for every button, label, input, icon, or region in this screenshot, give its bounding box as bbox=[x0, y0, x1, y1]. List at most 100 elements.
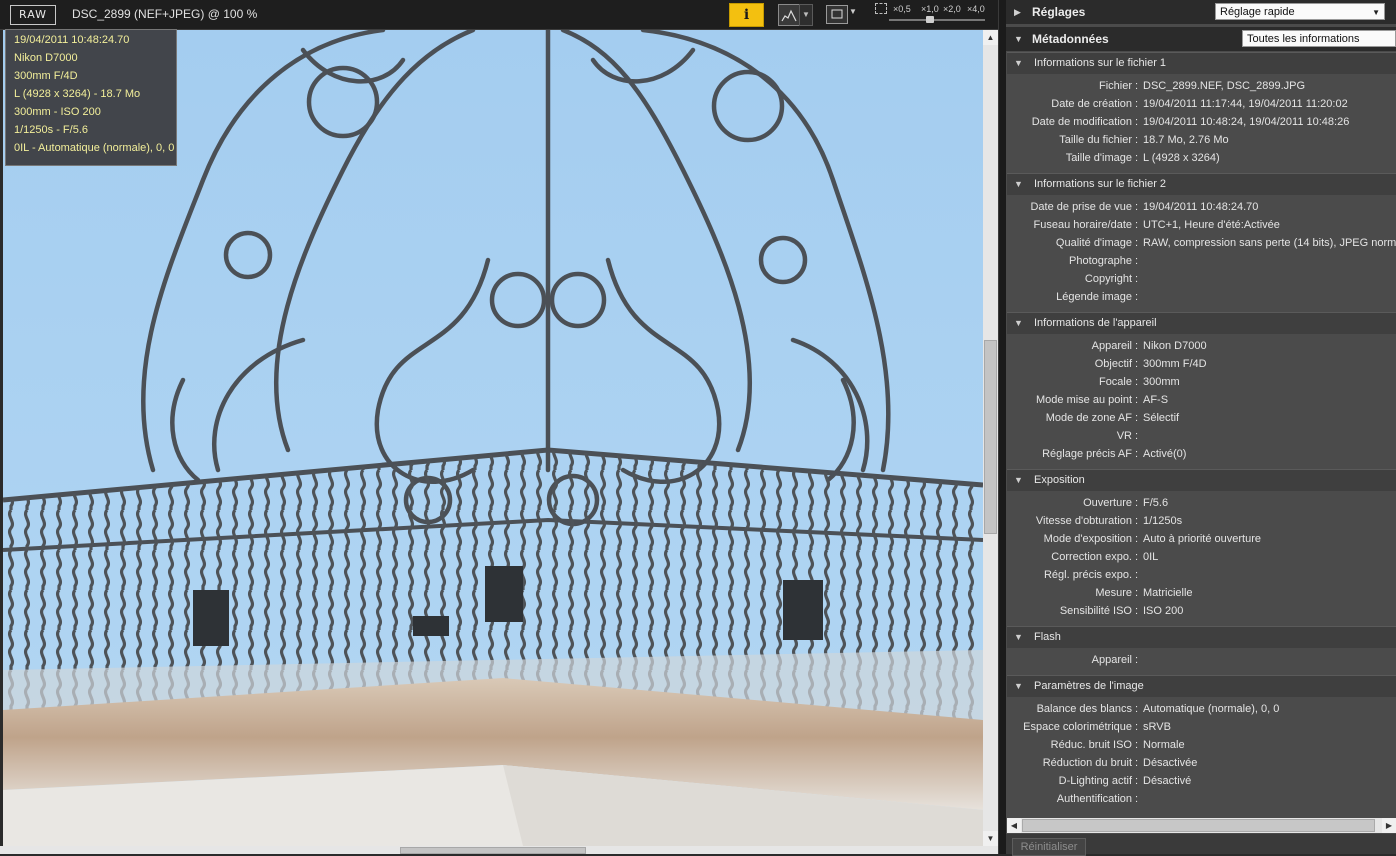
metadata-field-value: UTC+1, Heure d'été:Activée bbox=[1143, 219, 1280, 231]
expanded-triangle-icon[interactable]: ▼ bbox=[1014, 632, 1023, 642]
fit-screen-icon bbox=[831, 9, 843, 19]
expanded-triangle-icon[interactable]: ▼ bbox=[1014, 34, 1023, 44]
section-header[interactable]: ▼ Paramètres de l'image bbox=[1007, 675, 1396, 697]
field-separator: : bbox=[1135, 497, 1139, 509]
fit-dropdown-arrow-icon[interactable]: ▼ bbox=[849, 7, 857, 16]
metadata-filter-select-value: Toutes les informations bbox=[1247, 33, 1360, 45]
metadata-field-label: Photographe bbox=[1069, 255, 1132, 267]
metadata-field-label: D-Lighting actif bbox=[1058, 775, 1132, 787]
field-separator: : bbox=[1135, 152, 1139, 164]
metadata-field-label: Mode mise au point bbox=[1036, 394, 1132, 406]
metadata-field-value: 19/04/2011 10:48:24.70 bbox=[1143, 201, 1259, 213]
histogram-dropdown-arrow-icon[interactable]: ▼ bbox=[799, 4, 813, 26]
field-separator: : bbox=[1135, 340, 1139, 352]
metadata-field-label: Date de prise de vue bbox=[1030, 201, 1132, 213]
quick-adjust-select[interactable]: Réglage rapide ▼ bbox=[1215, 3, 1385, 20]
metadata-field-label: Taille d'image bbox=[1065, 152, 1132, 164]
metadata-field-label: Focale bbox=[1098, 376, 1132, 388]
section-title: Informations de l'appareil bbox=[1034, 317, 1157, 329]
metadata-field-label: Taille du fichier bbox=[1059, 134, 1132, 146]
metadata-field-value: 18.7 Mo, 2.76 Mo bbox=[1143, 134, 1229, 146]
section-title: Exposition bbox=[1034, 474, 1085, 486]
field-separator: : bbox=[1135, 255, 1139, 267]
overlay-lens: 300mm F/4D bbox=[14, 70, 78, 82]
zoom-slider[interactable] bbox=[889, 19, 985, 21]
metadata-field-label: Réglage précis AF bbox=[1042, 448, 1132, 460]
field-separator: : bbox=[1135, 291, 1139, 303]
section-header[interactable]: ▼ Flash bbox=[1007, 626, 1396, 648]
metadata-field-value: 300mm bbox=[1143, 376, 1180, 388]
field-separator: : bbox=[1135, 587, 1139, 599]
metadata-field-label: Légende image bbox=[1056, 291, 1132, 303]
section-title: Paramètres de l'image bbox=[1034, 680, 1144, 692]
field-separator: : bbox=[1135, 134, 1139, 146]
expanded-triangle-icon[interactable]: ▼ bbox=[1014, 475, 1023, 485]
metadata-field-label: Date de création bbox=[1051, 98, 1132, 110]
field-separator: : bbox=[1135, 654, 1139, 666]
histogram-icon bbox=[781, 9, 797, 22]
expanded-triangle-icon[interactable]: ▼ bbox=[1014, 318, 1023, 328]
metadata-field-label: Qualité d'image bbox=[1055, 237, 1132, 249]
metadata-field-label: Fichier bbox=[1098, 80, 1132, 92]
metadata-field-value: RAW, compression sans perte (14 bits), J… bbox=[1143, 237, 1396, 249]
reglages-title: Réglages bbox=[1032, 5, 1086, 19]
field-separator: : bbox=[1135, 219, 1139, 231]
scroll-up-arrow-icon[interactable]: ▲ bbox=[983, 30, 998, 45]
metadata-field-label: Copyright bbox=[1084, 273, 1132, 285]
expanded-triangle-icon[interactable]: ▼ bbox=[1014, 179, 1023, 189]
viewport-vertical-scroll-thumb[interactable] bbox=[984, 340, 997, 534]
metadata-field-label: Ouverture bbox=[1083, 497, 1132, 509]
overlay-white-balance: 0IL - Automatique (normale), 0, 0 bbox=[14, 142, 175, 154]
overlay-camera: Nikon D7000 bbox=[14, 52, 78, 64]
info-toggle-button[interactable]: i bbox=[729, 3, 764, 27]
section-title: Informations sur le fichier 1 bbox=[1034, 57, 1167, 69]
field-separator: : bbox=[1135, 358, 1139, 370]
metadata-field-label: Correction expo. bbox=[1051, 551, 1132, 563]
histogram-button[interactable] bbox=[778, 4, 800, 26]
scroll-left-arrow-icon[interactable]: ◀ bbox=[1007, 818, 1021, 833]
field-separator: : bbox=[1135, 515, 1139, 527]
metadata-field-value: 19/04/2011 10:48:24, 19/04/2011 10:48:26 bbox=[1143, 116, 1350, 128]
section-header[interactable]: ▼ Informations sur le fichier 1 bbox=[1007, 52, 1396, 74]
scroll-right-arrow-icon[interactable]: ▶ bbox=[1382, 818, 1396, 833]
scroll-down-arrow-icon[interactable]: ▼ bbox=[983, 831, 998, 846]
section-header[interactable]: ▼ Exposition bbox=[1007, 469, 1396, 491]
field-separator: : bbox=[1135, 569, 1139, 581]
expanded-triangle-icon[interactable]: ▼ bbox=[1014, 58, 1023, 68]
palette-horizontal-scroll-thumb[interactable] bbox=[1022, 819, 1375, 832]
zoom-fit-icon bbox=[875, 3, 887, 14]
reset-button[interactable]: Réinitialiser bbox=[1012, 838, 1086, 856]
viewport-horizontal-scroll-thumb[interactable] bbox=[400, 847, 586, 854]
expanded-triangle-icon[interactable]: ▼ bbox=[1014, 681, 1023, 691]
metadata-title: Métadonnées bbox=[1032, 32, 1109, 46]
metadata-field-label: Réduc. bruit ISO bbox=[1050, 739, 1132, 751]
zoom-level-2-0[interactable]: ×2,0 bbox=[943, 4, 961, 14]
metadata-filter-select[interactable]: Toutes les informations bbox=[1242, 30, 1396, 47]
chevron-down-icon: ▼ bbox=[1372, 8, 1380, 17]
field-separator: : bbox=[1135, 757, 1139, 769]
zoom-level-1-0[interactable]: ×1,0 bbox=[921, 4, 939, 14]
metadata-field-value: 1/1250s bbox=[1143, 515, 1183, 527]
field-separator: : bbox=[1135, 703, 1139, 715]
metadata-field-label: Mode de zone AF bbox=[1045, 412, 1132, 424]
zoom-level-0-5[interactable]: ×0,5 bbox=[893, 4, 911, 14]
metadata-field-value: ISO 200 bbox=[1143, 605, 1184, 617]
field-separator: : bbox=[1135, 430, 1139, 442]
zoom-level-4-0[interactable]: ×4,0 bbox=[967, 4, 985, 14]
metadata-field-label: Régl. précis expo. bbox=[1043, 569, 1132, 581]
section-header[interactable]: ▼ Informations sur le fichier 2 bbox=[1007, 173, 1396, 195]
zoom-slider-thumb[interactable] bbox=[926, 16, 934, 23]
metadata-field-value: 19/04/2011 11:17:44, 19/04/2011 11:20:02 bbox=[1143, 98, 1348, 110]
metadata-field-value: sRVB bbox=[1143, 721, 1171, 733]
field-separator: : bbox=[1135, 448, 1139, 460]
panel-splitter[interactable] bbox=[998, 0, 1006, 854]
field-separator: : bbox=[1135, 412, 1139, 424]
fit-to-screen-button[interactable] bbox=[826, 5, 848, 24]
collapsed-triangle-icon[interactable]: ▶ bbox=[1014, 7, 1021, 18]
field-separator: : bbox=[1135, 116, 1139, 128]
metadata-field-label: Mode d'exposition bbox=[1043, 533, 1132, 545]
metadata-field-label: Réduction du bruit bbox=[1042, 757, 1132, 769]
metadata-field-value: L (4928 x 3264) bbox=[1143, 152, 1220, 164]
section-header[interactable]: ▼ Informations de l'appareil bbox=[1007, 312, 1396, 334]
overlay-datetime: 19/04/2011 10:48:24.70 bbox=[14, 34, 130, 46]
